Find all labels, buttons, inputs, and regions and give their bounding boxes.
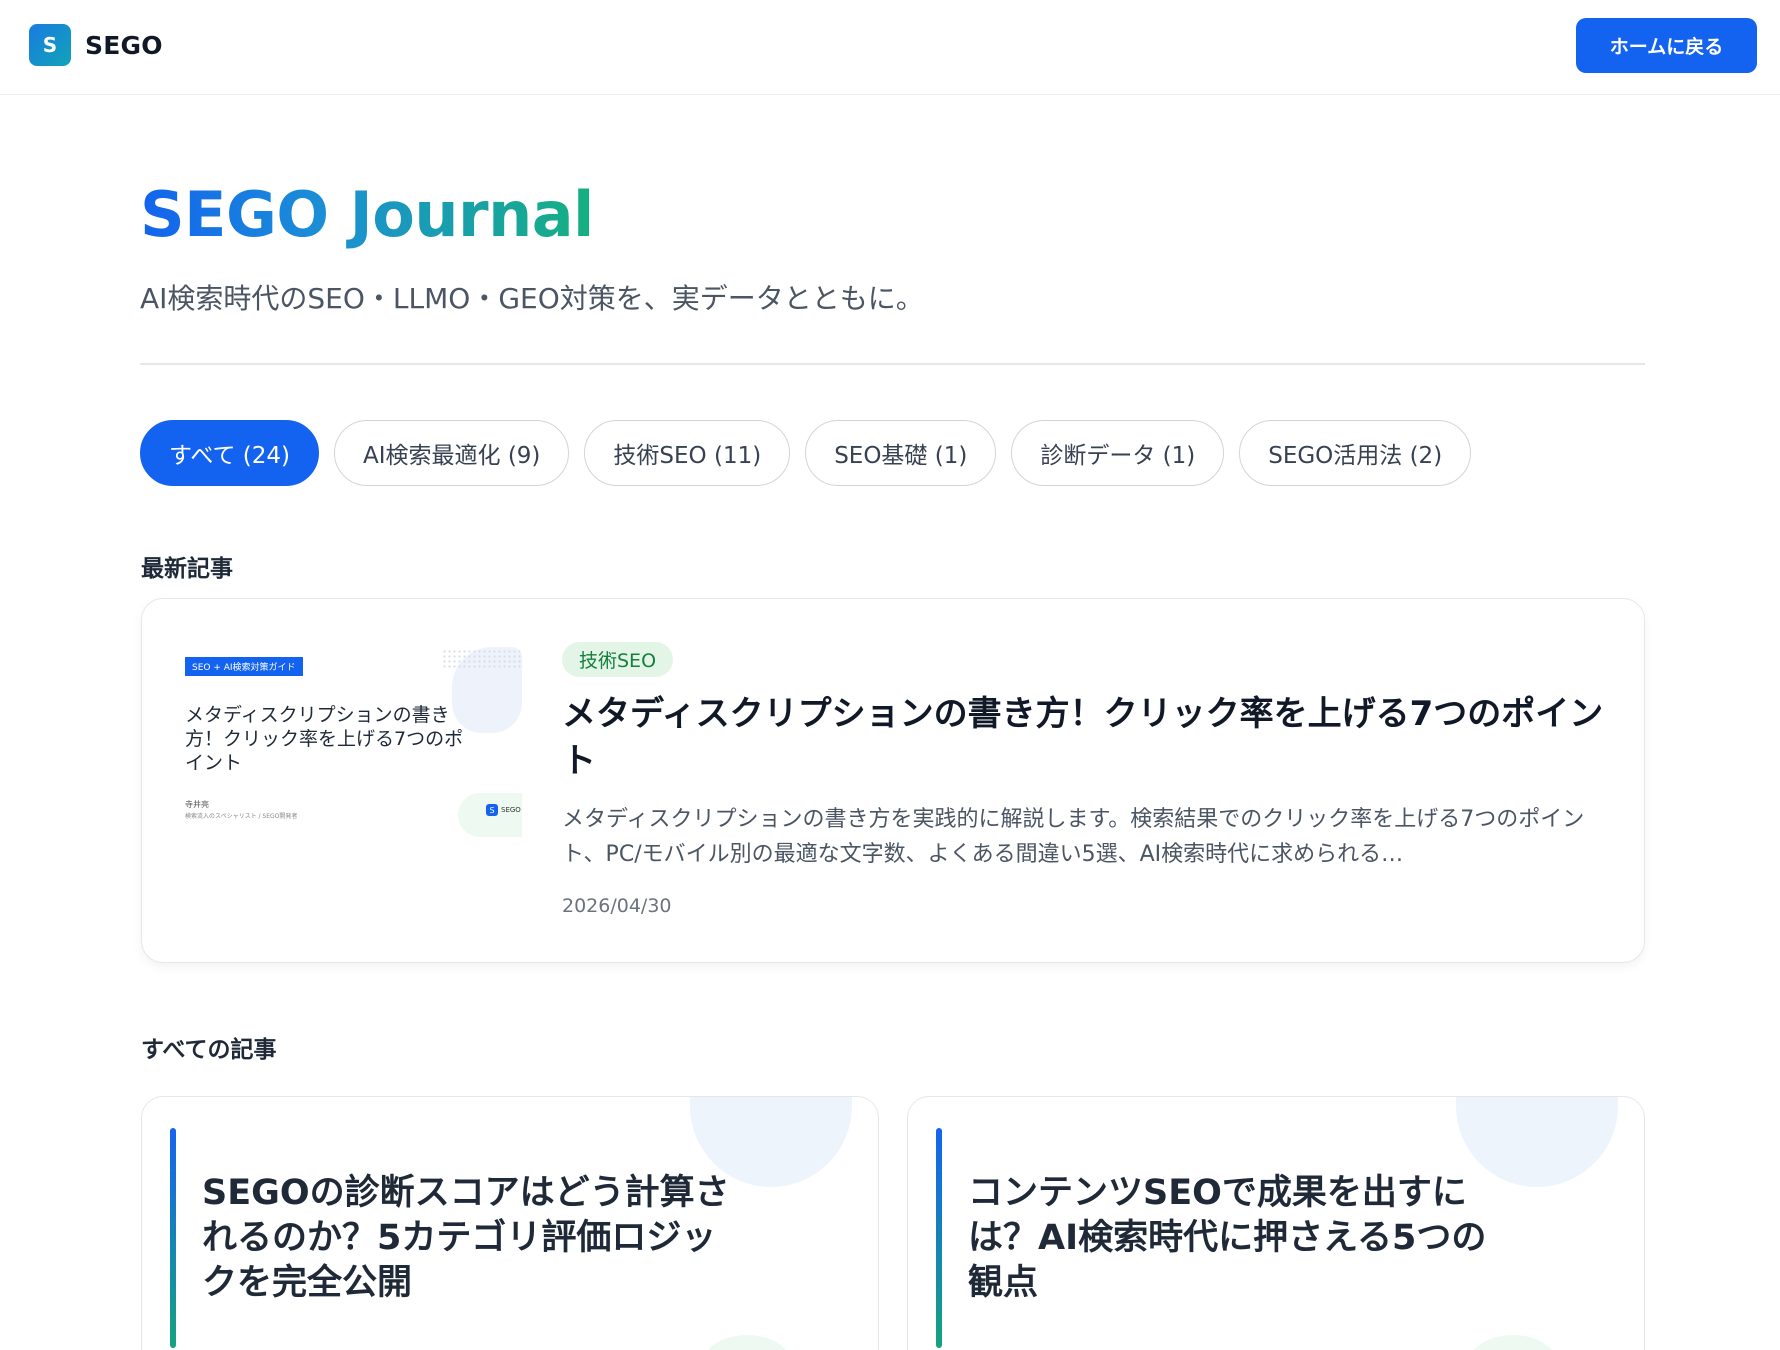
article-card[interactable]: SEGOの診断スコアはどう計算されるのか？5カテゴリ評価ロジックを完全公開 bbox=[141, 1096, 879, 1350]
brand-logo[interactable]: S SEGO bbox=[29, 24, 163, 66]
category-filter-bar: すべて (24) AI検索最適化 (9) 技術SEO (11) SEO基礎 (1… bbox=[140, 420, 1472, 486]
logo-text: SEGO bbox=[85, 30, 163, 60]
featured-article-excerpt: メタディスクリプションの書き方を実践的に解説します。検索結果でのクリック率を上げ… bbox=[562, 807, 1585, 867]
featured-article-date: 2026/04/30 bbox=[562, 895, 672, 917]
section-divider bbox=[140, 363, 1645, 365]
thumbnail-tag: SEO + AI検索対策ガイド bbox=[185, 657, 303, 676]
thumbnail-logo-text: SEGO bbox=[501, 806, 521, 814]
filter-chip-diagnosis-data[interactable]: 診断データ (1) bbox=[1011, 420, 1225, 486]
filter-chip-all[interactable]: すべて (24) bbox=[140, 420, 319, 486]
all-articles-heading: すべての記事 bbox=[141, 1037, 277, 1063]
page-title: SEGO Journal bbox=[140, 178, 594, 251]
filter-chip-technical-seo[interactable]: 技術SEO (11) bbox=[584, 420, 791, 486]
card-accent-bar bbox=[170, 1128, 176, 1348]
logo-icon: S bbox=[29, 24, 71, 66]
card-decoration-green bbox=[702, 1335, 792, 1350]
page-subtitle: AI検索時代のSEO・LLMO・GEO対策を、実データとともに。 bbox=[140, 282, 924, 315]
article-card-title[interactable]: SEGOの診断スコアはどう計算されるのか？5カテゴリ評価ロジックを完全公開 bbox=[202, 1171, 742, 1306]
top-navigation-bar: S SEGO ホームに戻る bbox=[0, 0, 1780, 95]
thumbnail-author-desc: 検索流入のスペシャリスト / SEGO開発者 bbox=[185, 813, 298, 820]
filter-chip-ai-search[interactable]: AI検索最適化 (9) bbox=[334, 420, 570, 486]
article-card[interactable]: コンテンツSEOで成果を出すには？AI検索時代に押さえる5つの観点 bbox=[907, 1096, 1645, 1350]
latest-articles-heading: 最新記事 bbox=[141, 556, 233, 582]
card-decoration-green bbox=[1468, 1335, 1558, 1350]
featured-article-title[interactable]: メタディスクリプションの書き方！クリック率を上げる7つのポイント bbox=[562, 691, 1612, 785]
thumbnail-dot-pattern bbox=[442, 649, 522, 669]
filter-chip-seo-basics[interactable]: SEO基礎 (1) bbox=[805, 420, 997, 486]
article-card-title[interactable]: コンテンツSEOで成果を出すには？AI検索時代に押さえる5つの観点 bbox=[968, 1171, 1508, 1306]
thumbnail-logo-icon: S bbox=[486, 804, 498, 816]
thumbnail-author: 寺井亮 bbox=[185, 800, 209, 809]
home-button[interactable]: ホームに戻る bbox=[1576, 18, 1757, 73]
category-badge[interactable]: 技術SEO bbox=[562, 642, 674, 677]
thumbnail-title: メタディスクリプションの書き方！クリック率を上げる7つのポイント bbox=[185, 704, 464, 774]
featured-thumbnail[interactable]: SEO + AI検索対策ガイド メタディスクリプションの書き方！クリック率を上げ… bbox=[180, 641, 522, 863]
card-accent-bar bbox=[936, 1128, 942, 1348]
filter-chip-sego-usage[interactable]: SEGO活用法 (2) bbox=[1239, 420, 1472, 486]
thumbnail-logo: S SEGO bbox=[486, 804, 521, 816]
featured-article-card[interactable]: SEO + AI検索対策ガイド メタディスクリプションの書き方！クリック率を上げ… bbox=[141, 598, 1645, 963]
